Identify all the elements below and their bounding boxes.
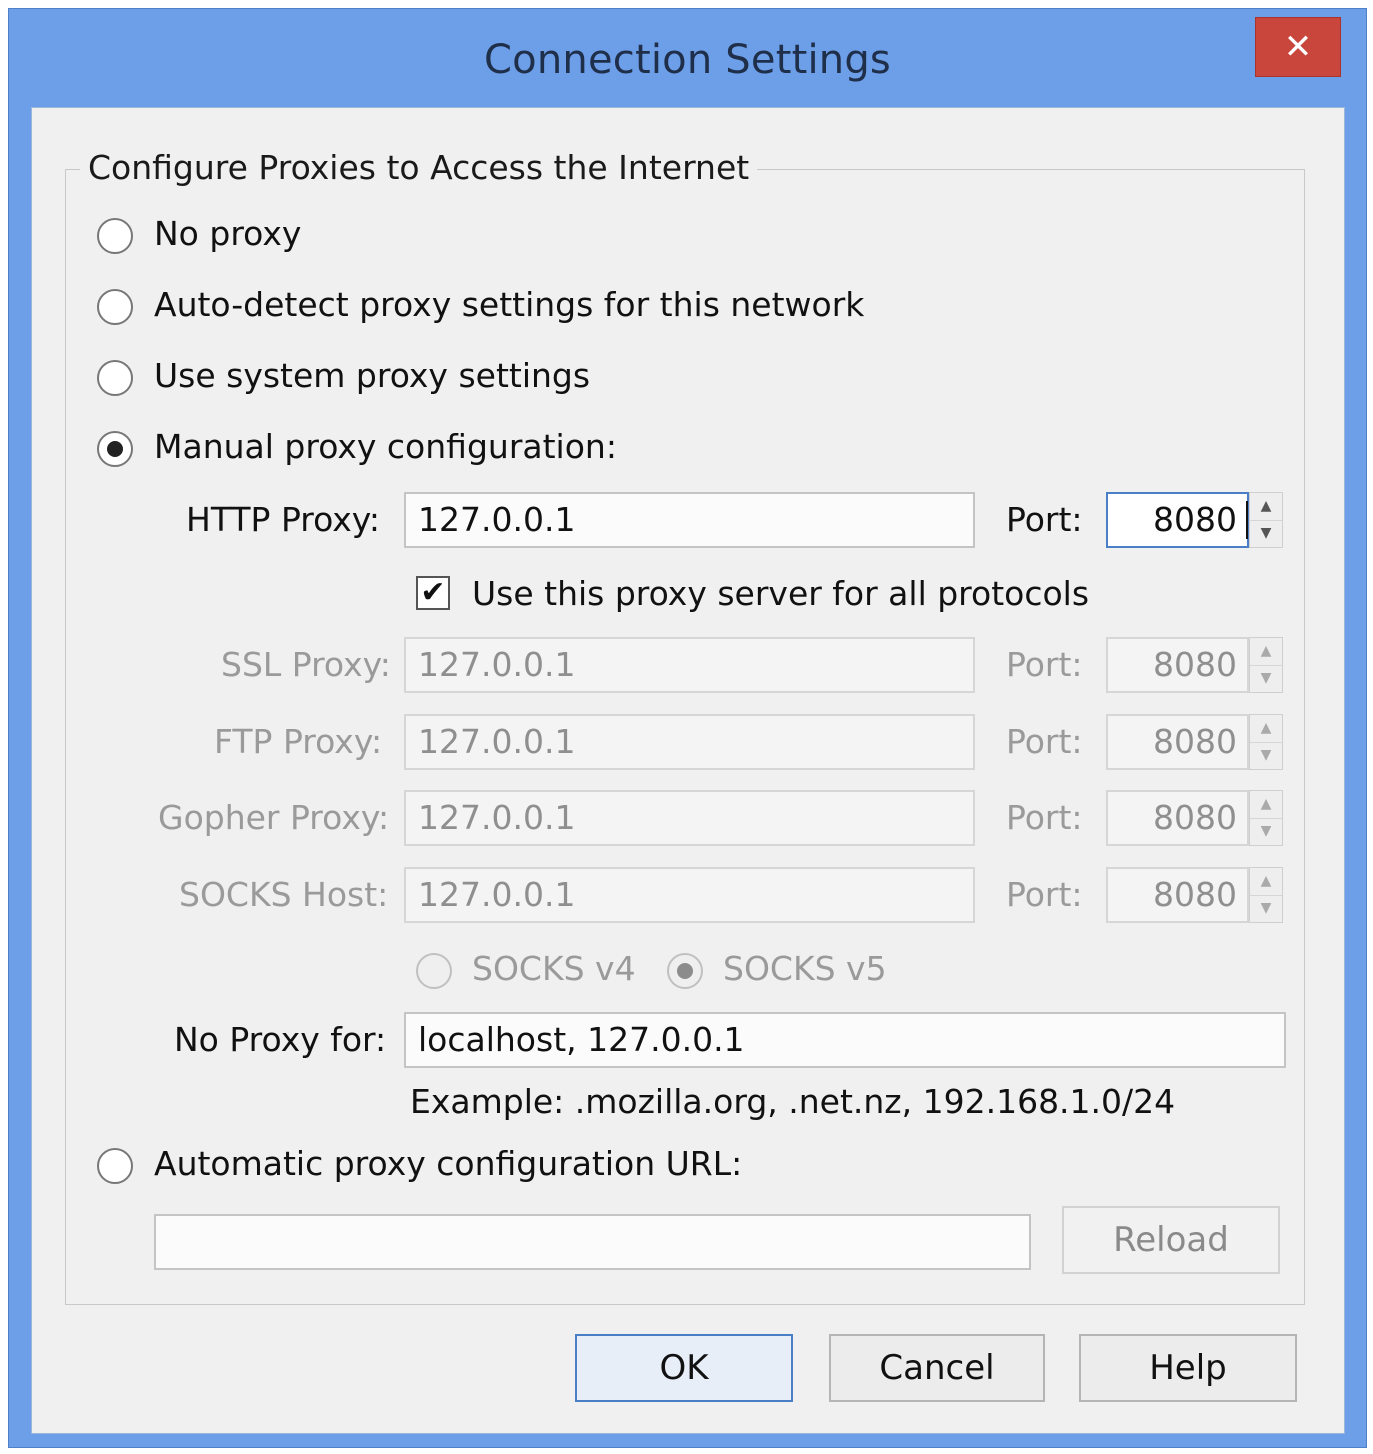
auto-config-url-radio[interactable] [97,1148,133,1184]
dialog-body: Configure Proxies to Access the Internet… [31,107,1345,1434]
spin-down-icon[interactable]: ▼ [1250,895,1282,922]
auto-detect-radio[interactable] [97,289,133,325]
http-port-label: Port: [1006,500,1083,539]
no-proxy-radio[interactable] [97,218,133,254]
ssl-proxy-input[interactable]: 127.0.0.1 [404,637,975,693]
spin-up-icon[interactable]: ▲ [1250,791,1282,819]
spin-down-icon[interactable]: ▼ [1250,818,1282,845]
manual-proxy-label[interactable]: Manual proxy configuration: [154,427,617,466]
http-port-spinner[interactable]: ▲ ▼ [1249,492,1283,548]
radio-selected-dot [677,963,693,979]
gopher-port-spinner[interactable]: ▲ ▼ [1249,790,1283,846]
socks-port-spinner[interactable]: ▲ ▼ [1249,867,1283,923]
connection-settings-window: Connection Settings ✕ Configure Proxies … [8,8,1367,1448]
manual-proxy-radio[interactable] [97,431,133,467]
ftp-proxy-input[interactable]: 127.0.0.1 [404,714,975,770]
socks-host-label: SOCKS Host: [179,875,389,914]
gopher-proxy-input[interactable]: 127.0.0.1 [404,790,975,846]
proxy-config-group: Configure Proxies to Access the Internet… [65,148,1305,1305]
no-proxy-for-label: No Proxy for: [174,1020,387,1059]
http-port-input[interactable]: 8080 [1106,492,1249,548]
socks-v4-radio[interactable] [416,953,452,989]
ssl-port-input[interactable]: 8080 [1106,637,1249,693]
ssl-proxy-label: SSL Proxy: [221,645,391,684]
socks-port-label: Port: [1006,875,1083,914]
title-bar[interactable]: Connection Settings ✕ [9,9,1366,109]
auto-detect-label[interactable]: Auto-detect proxy settings for this netw… [154,285,864,324]
system-proxy-radio[interactable] [97,360,133,396]
ftp-proxy-label: FTP Proxy: [214,722,383,761]
spin-up-icon[interactable]: ▲ [1250,638,1282,666]
auto-config-url-input[interactable] [154,1214,1031,1270]
socks-v4-label[interactable]: SOCKS v4 [472,949,636,988]
group-title: Configure Proxies to Access the Internet [80,148,758,187]
system-proxy-label[interactable]: Use system proxy settings [154,356,590,395]
ok-button[interactable]: OK [575,1334,793,1402]
socks-port-input[interactable]: 8080 [1106,867,1249,923]
socks-v5-radio[interactable] [667,953,703,989]
use-all-protocols-label[interactable]: Use this proxy server for all protocols [472,574,1089,613]
spin-up-icon[interactable]: ▲ [1250,493,1282,521]
spin-up-icon[interactable]: ▲ [1250,715,1282,743]
spin-down-icon[interactable]: ▼ [1250,742,1282,769]
gopher-port-input[interactable]: 8080 [1106,790,1249,846]
spin-down-icon[interactable]: ▼ [1250,520,1282,547]
http-proxy-input[interactable]: 127.0.0.1 [404,492,975,548]
use-all-protocols-checkbox[interactable]: ✔ [416,576,450,610]
ssl-port-label: Port: [1006,645,1083,684]
http-proxy-label: HTTP Proxy: [186,500,381,539]
reload-button[interactable]: Reload [1062,1206,1280,1274]
radio-selected-dot [107,441,123,457]
window-title: Connection Settings [484,37,891,83]
ftp-port-label: Port: [1006,722,1083,761]
help-button[interactable]: Help [1079,1334,1297,1402]
close-button[interactable]: ✕ [1255,17,1341,77]
close-icon: ✕ [1283,27,1313,67]
socks-host-input[interactable]: 127.0.0.1 [404,867,975,923]
spin-down-icon[interactable]: ▼ [1250,665,1282,692]
ftp-port-input[interactable]: 8080 [1106,714,1249,770]
gopher-proxy-label: Gopher Proxy: [158,798,390,837]
no-proxy-label[interactable]: No proxy [154,214,301,253]
socks-v5-label[interactable]: SOCKS v5 [723,949,887,988]
ftp-port-spinner[interactable]: ▲ ▼ [1249,714,1283,770]
gopher-port-label: Port: [1006,798,1083,837]
auto-config-url-label[interactable]: Automatic proxy configuration URL: [154,1144,742,1183]
checkmark-icon: ✔ [420,575,446,610]
cancel-button[interactable]: Cancel [829,1334,1045,1402]
text-caret [1246,501,1248,539]
no-proxy-for-input[interactable]: localhost, 127.0.0.1 [404,1012,1286,1068]
spin-up-icon[interactable]: ▲ [1250,868,1282,896]
no-proxy-example: Example: .mozilla.org, .net.nz, 192.168.… [410,1082,1176,1121]
ssl-port-spinner[interactable]: ▲ ▼ [1249,637,1283,693]
